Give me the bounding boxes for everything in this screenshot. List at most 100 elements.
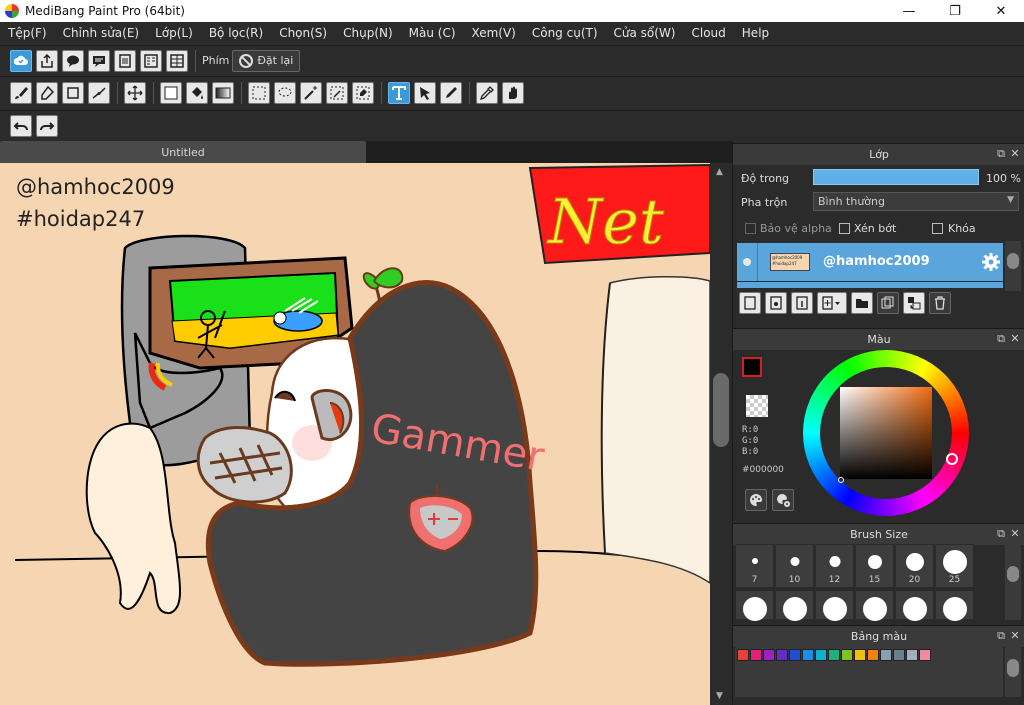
magic-wand-tool-button[interactable]: [300, 82, 322, 104]
operation-tool-button[interactable]: [414, 82, 436, 104]
brush-size-cell[interactable]: [895, 590, 934, 621]
popout-icon[interactable]: ⧉: [995, 528, 1007, 540]
list-button[interactable]: [140, 49, 162, 72]
layer-item[interactable]: [737, 282, 1003, 288]
page-button[interactable]: [114, 49, 136, 72]
foreground-color-swatch[interactable]: [742, 357, 762, 377]
scroll-down-icon[interactable]: ▼: [716, 691, 723, 701]
new-layer-button[interactable]: [739, 292, 761, 314]
select-pen-tool-button[interactable]: [326, 82, 348, 104]
visibility-eye-icon[interactable]: [743, 258, 751, 266]
palette-swatch[interactable]: [789, 649, 801, 661]
document-tab[interactable]: Untitled: [0, 141, 366, 163]
brush-size-cell[interactable]: [855, 590, 894, 621]
layer-item[interactable]: @hamhoc2009 #hoidap247 @hamhoc2009: [737, 243, 1003, 281]
brush-size-cell[interactable]: 12: [815, 544, 854, 588]
close-icon[interactable]: ✕: [1009, 528, 1021, 540]
message-button[interactable]: [88, 49, 110, 72]
popout-icon[interactable]: ⧉: [995, 630, 1007, 642]
undo-button[interactable]: [10, 115, 32, 137]
brush-tool-button[interactable]: [10, 82, 32, 104]
palette-swatch[interactable]: [763, 649, 775, 661]
menu-snap[interactable]: Chụp(N): [338, 26, 398, 40]
brush-size-cell[interactable]: [815, 590, 854, 621]
drawing-canvas[interactable]: Net Gammer @hamhoc2009 #hoidap247: [0, 163, 710, 705]
menu-file[interactable]: Tệp(F): [3, 26, 52, 40]
lock-checkbox[interactable]: [932, 223, 943, 234]
bucket-tool-button[interactable]: [186, 82, 208, 104]
palette-swatch[interactable]: [815, 649, 827, 661]
layer-list-scrollbar[interactable]: [1005, 241, 1021, 291]
merge-layer-button[interactable]: [903, 292, 925, 314]
canvas-scroll-thumb[interactable]: [713, 373, 729, 447]
palette-swatch[interactable]: [854, 649, 866, 661]
palette-swatch[interactable]: [776, 649, 788, 661]
palette-swatch[interactable]: [737, 649, 749, 661]
palette-swatch[interactable]: [893, 649, 905, 661]
scroll-up-icon[interactable]: ▲: [716, 167, 723, 177]
share-button[interactable]: [36, 49, 58, 72]
cloud-save-button[interactable]: [10, 49, 32, 72]
select-rect-tool-button[interactable]: [248, 82, 270, 104]
menu-edit[interactable]: Chỉnh sửa(E): [58, 26, 145, 40]
select-eraser-tool-button[interactable]: [352, 82, 374, 104]
sv-marker[interactable]: [838, 477, 844, 483]
fill-rect-tool-button[interactable]: [160, 82, 182, 104]
brush-scroll-thumb[interactable]: [1007, 566, 1019, 582]
eraser-tool-button[interactable]: [36, 82, 58, 104]
eyedropper-tool-button[interactable]: [476, 82, 498, 104]
brush-size-cell[interactable]: [775, 590, 814, 621]
blend-mode-select[interactable]: Bình thường ▼: [813, 192, 1019, 211]
text-tool-button[interactable]: [388, 82, 410, 104]
folder-button[interactable]: [851, 292, 873, 314]
palette-swatch[interactable]: [919, 649, 931, 661]
new-1bit-layer-button[interactable]: [791, 292, 813, 314]
palette-swatch[interactable]: [841, 649, 853, 661]
popout-icon[interactable]: ⧉: [995, 148, 1007, 160]
maximize-button[interactable]: ❐: [932, 0, 978, 22]
palette-swatch[interactable]: [750, 649, 762, 661]
brush-size-cell[interactable]: 25: [935, 544, 974, 588]
brush-size-cell[interactable]: 20: [895, 544, 934, 588]
close-icon[interactable]: ✕: [1009, 148, 1021, 160]
redo-button[interactable]: [36, 115, 58, 137]
brush-size-cell[interactable]: [735, 590, 774, 621]
brush-size-cell[interactable]: 10: [775, 544, 814, 588]
close-icon[interactable]: ✕: [1009, 333, 1021, 345]
brush-size-cell[interactable]: 15: [855, 544, 894, 588]
menu-view[interactable]: Xem(V): [467, 26, 521, 40]
menu-color[interactable]: Màu (C): [404, 26, 461, 40]
brush-size-cell[interactable]: 7: [735, 544, 774, 588]
menu-cloud[interactable]: Cloud: [687, 26, 731, 40]
palette-swatch[interactable]: [880, 649, 892, 661]
reset-button[interactable]: Đặt lại: [232, 49, 301, 72]
grid-button[interactable]: [166, 49, 188, 72]
transparent-color-swatch[interactable]: [746, 395, 768, 417]
hue-marker[interactable]: [946, 453, 958, 465]
protect-alpha-checkbox[interactable]: [745, 223, 756, 234]
menu-select[interactable]: Chọn(S): [274, 26, 332, 40]
color-palette-button[interactable]: [745, 489, 767, 511]
popout-icon[interactable]: ⧉: [995, 333, 1007, 345]
brush-list-scrollbar[interactable]: [1005, 544, 1021, 620]
line-tool-button[interactable]: [88, 82, 110, 104]
palette-scrollbar[interactable]: [1005, 647, 1021, 697]
gradient-tool-button[interactable]: [212, 82, 234, 104]
brush-size-cell[interactable]: [935, 590, 974, 621]
new-color-layer-button[interactable]: [765, 292, 787, 314]
palette-swatch[interactable]: [828, 649, 840, 661]
menu-tools[interactable]: Công cụ(T): [527, 26, 603, 40]
hue-wheel[interactable]: [803, 350, 969, 516]
gear-icon[interactable]: [981, 252, 1001, 272]
opacity-slider[interactable]: [813, 169, 979, 185]
delete-layer-button[interactable]: [929, 292, 951, 314]
duplicate-layer-button[interactable]: [877, 292, 899, 314]
hand-tool-button[interactable]: [502, 82, 524, 104]
comment-button[interactable]: [62, 49, 84, 72]
menu-window[interactable]: Cửa sổ(W): [609, 26, 681, 40]
palette-swatch[interactable]: [802, 649, 814, 661]
menu-layer[interactable]: Lớp(L): [150, 26, 198, 40]
blur-tool-button[interactable]: [440, 82, 462, 104]
lasso-tool-button[interactable]: [274, 82, 296, 104]
saturation-value-box[interactable]: [840, 387, 932, 479]
